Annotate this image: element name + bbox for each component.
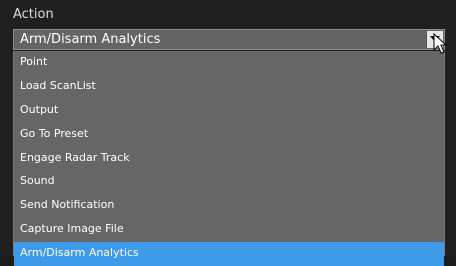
option-send-notification[interactable]: Send Notification: [14, 194, 444, 218]
option-load-scanlist[interactable]: Load ScanList: [14, 75, 444, 99]
option-arm-disarm-analytics[interactable]: Arm/Disarm Analytics: [14, 242, 444, 266]
action-select-value: Arm/Disarm Analytics: [20, 32, 161, 47]
action-label: Action: [13, 7, 54, 22]
option-engage-radar-track[interactable]: Engage Radar Track: [14, 147, 444, 171]
option-capture-image-file[interactable]: Capture Image File: [14, 218, 444, 242]
option-point[interactable]: Point: [14, 51, 444, 75]
action-select[interactable]: Arm/Disarm Analytics: [13, 29, 445, 50]
action-panel: Action Arm/Disarm Analytics Point Load S…: [0, 0, 456, 266]
action-options-list: Point Load ScanList Output Go To Preset …: [13, 51, 445, 266]
option-sound[interactable]: Sound: [14, 170, 444, 194]
option-go-to-preset[interactable]: Go To Preset: [14, 123, 444, 147]
option-output[interactable]: Output: [14, 99, 444, 123]
mouse-pointer-icon: [433, 33, 447, 54]
